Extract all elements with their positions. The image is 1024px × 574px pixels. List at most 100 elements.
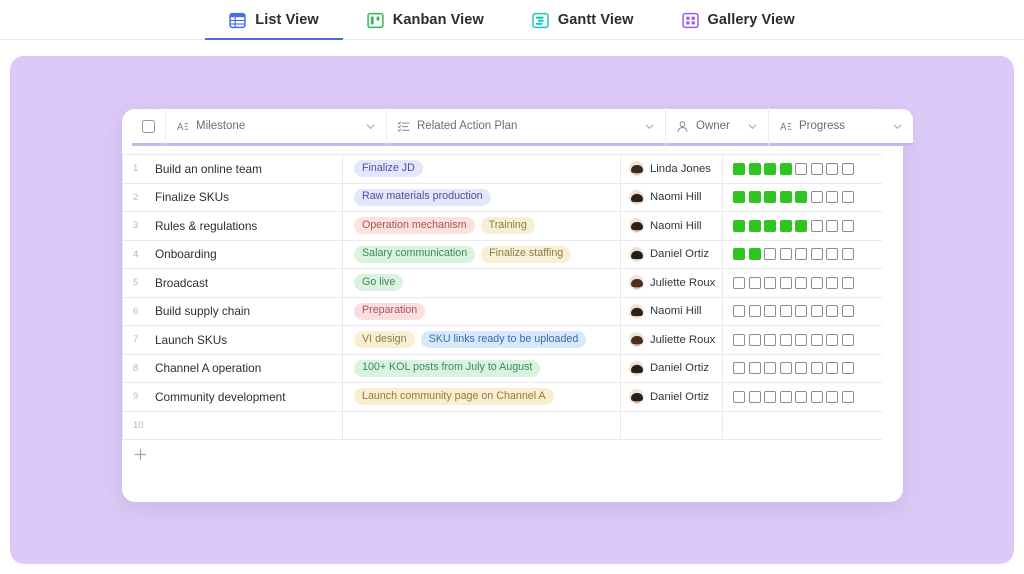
action-plan-tag[interactable]: Preparation xyxy=(354,302,426,320)
cell-milestone[interactable]: Onboarding xyxy=(153,240,343,268)
cell-related-action-plan[interactable]: VI design SKU links ready to be uploaded xyxy=(343,326,621,354)
progress-checkbox[interactable] xyxy=(841,305,854,318)
progress-checkbox[interactable] xyxy=(764,162,776,175)
progress-checkbox[interactable] xyxy=(748,162,761,175)
table-row[interactable]: 5 Broadcast Go live Juliette Roux xyxy=(123,269,882,298)
table-row[interactable]: 6 Build supply chain Preparation Naomi Hill xyxy=(123,297,882,326)
progress-checkbox[interactable] xyxy=(779,390,792,403)
cell-milestone[interactable]: Rules & regulations xyxy=(153,212,343,240)
cell-related-action-plan[interactable]: Finalize JD xyxy=(343,155,621,183)
cell-owner[interactable]: Naomi Hill xyxy=(621,183,723,211)
progress-checkbox[interactable] xyxy=(826,191,838,204)
table-row[interactable]: 7 Launch SKUs VI design SKU links ready to … xyxy=(123,326,882,355)
cell-progress[interactable] xyxy=(723,326,881,354)
cell-owner[interactable]: Naomi Hill xyxy=(621,212,723,240)
action-plan-tag[interactable]: SKU links ready to be uploaded xyxy=(420,331,587,349)
table-row[interactable]: 9 Community development Launch community p… xyxy=(123,383,882,412)
progress-checkbox[interactable] xyxy=(764,390,776,403)
progress-checkbox[interactable] xyxy=(733,390,745,403)
progress-checkbox[interactable] xyxy=(826,390,838,403)
progress-checkbox[interactable] xyxy=(733,191,745,204)
action-plan-tag[interactable]: Go live xyxy=(354,274,404,292)
table-row[interactable]: 10 xyxy=(123,411,882,440)
cell-progress[interactable] xyxy=(723,155,881,183)
cell-owner[interactable]: Daniel Ortiz xyxy=(621,354,723,382)
progress-checkbox[interactable] xyxy=(841,362,854,375)
progress-checkbox[interactable] xyxy=(810,162,823,175)
cell-progress[interactable] xyxy=(723,241,881,269)
cell-related-action-plan[interactable]: Preparation xyxy=(343,297,621,325)
progress-checkbox[interactable] xyxy=(748,305,761,318)
table-row[interactable]: 2 Finalize SKUs Raw materials production Na… xyxy=(123,183,882,212)
progress-checkbox[interactable] xyxy=(795,219,807,232)
action-plan-tag[interactable]: Salary communication xyxy=(354,245,476,263)
action-plan-tag[interactable]: Raw materials production xyxy=(354,188,491,206)
progress-checkbox[interactable] xyxy=(764,305,776,318)
progress-checkbox[interactable] xyxy=(841,162,854,175)
progress-checkbox[interactable] xyxy=(841,219,854,232)
cell-progress[interactable] xyxy=(723,269,881,297)
cell-milestone[interactable]: Build supply chain xyxy=(153,297,343,325)
cell-related-action-plan[interactable]: 100+ KOL posts from July to August xyxy=(343,354,621,382)
progress-checkbox[interactable] xyxy=(841,191,854,204)
tab-gantt-view[interactable]: Gantt View xyxy=(508,0,658,40)
progress-checkbox[interactable] xyxy=(810,305,823,318)
progress-checkbox[interactable] xyxy=(779,191,792,204)
progress-checkbox[interactable] xyxy=(826,333,838,346)
cell-related-action-plan[interactable]: Salary communication Finalize staffing xyxy=(343,240,621,268)
progress-checkbox[interactable] xyxy=(748,248,761,261)
progress-checkbox[interactable] xyxy=(810,219,823,232)
progress-checkbox[interactable] xyxy=(748,390,761,403)
action-plan-tag[interactable]: Finalize staffing xyxy=(481,245,572,263)
chevron-down-icon[interactable] xyxy=(747,121,758,132)
progress-checkbox[interactable] xyxy=(810,333,823,346)
progress-checkbox[interactable] xyxy=(795,248,807,261)
progress-checkbox[interactable] xyxy=(764,333,776,346)
action-plan-tag[interactable]: Operation mechanism xyxy=(354,217,475,235)
progress-checkbox[interactable] xyxy=(826,219,838,232)
progress-checkbox[interactable] xyxy=(779,162,792,175)
progress-checkbox[interactable] xyxy=(733,219,745,232)
select-all-checkbox[interactable] xyxy=(132,107,166,145)
cell-owner[interactable]: Daniel Ortiz xyxy=(621,383,723,411)
progress-checkbox[interactable] xyxy=(748,362,761,375)
progress-checkbox[interactable] xyxy=(810,248,823,261)
progress-checkbox[interactable] xyxy=(748,219,761,232)
cell-owner[interactable]: Linda Jones xyxy=(621,155,723,183)
progress-checkbox[interactable] xyxy=(795,362,807,375)
progress-checkbox[interactable] xyxy=(779,276,792,289)
cell-related-action-plan[interactable] xyxy=(343,411,621,439)
cell-milestone[interactable]: Community development xyxy=(153,383,343,411)
action-plan-tag[interactable]: Training xyxy=(480,217,535,235)
progress-checkbox[interactable] xyxy=(779,248,792,261)
progress-checkbox[interactable] xyxy=(826,276,838,289)
progress-checkbox[interactable] xyxy=(841,276,854,289)
action-plan-tag[interactable]: Finalize JD xyxy=(354,160,423,178)
table-row[interactable]: 1 Build an online team Finalize JD Linda Jo… xyxy=(123,155,882,184)
progress-checkbox[interactable] xyxy=(748,191,761,204)
cell-owner[interactable]: Juliette Roux xyxy=(621,269,723,297)
progress-checkbox[interactable] xyxy=(795,191,807,204)
progress-checkbox[interactable] xyxy=(810,390,823,403)
column-header-progress[interactable]: Progress xyxy=(769,108,913,145)
column-header-owner[interactable]: Owner xyxy=(666,107,769,145)
table-row[interactable]: 3 Rules & regulations Operation mechanism T… xyxy=(123,212,882,241)
progress-checkbox[interactable] xyxy=(795,333,807,346)
action-plan-tag[interactable]: 100+ KOL posts from July to August xyxy=(354,359,541,377)
progress-checkbox[interactable] xyxy=(733,305,745,318)
progress-checkbox[interactable] xyxy=(826,248,838,261)
progress-checkbox[interactable] xyxy=(810,191,823,204)
cell-milestone[interactable]: Broadcast xyxy=(153,269,343,297)
progress-checkbox[interactable] xyxy=(779,333,792,346)
cell-related-action-plan[interactable]: Launch community page on Channel A xyxy=(343,383,621,411)
progress-checkbox[interactable] xyxy=(748,276,761,289)
progress-checkbox[interactable] xyxy=(795,305,807,318)
cell-progress[interactable] xyxy=(723,298,881,326)
cell-progress[interactable] xyxy=(723,212,881,240)
cell-related-action-plan[interactable]: Raw materials production xyxy=(343,183,621,211)
cell-owner[interactable]: Juliette Roux xyxy=(621,326,723,354)
progress-checkbox[interactable] xyxy=(733,333,745,346)
progress-checkbox[interactable] xyxy=(841,248,854,261)
add-row-button[interactable] xyxy=(122,439,882,469)
cell-owner[interactable] xyxy=(621,411,723,439)
